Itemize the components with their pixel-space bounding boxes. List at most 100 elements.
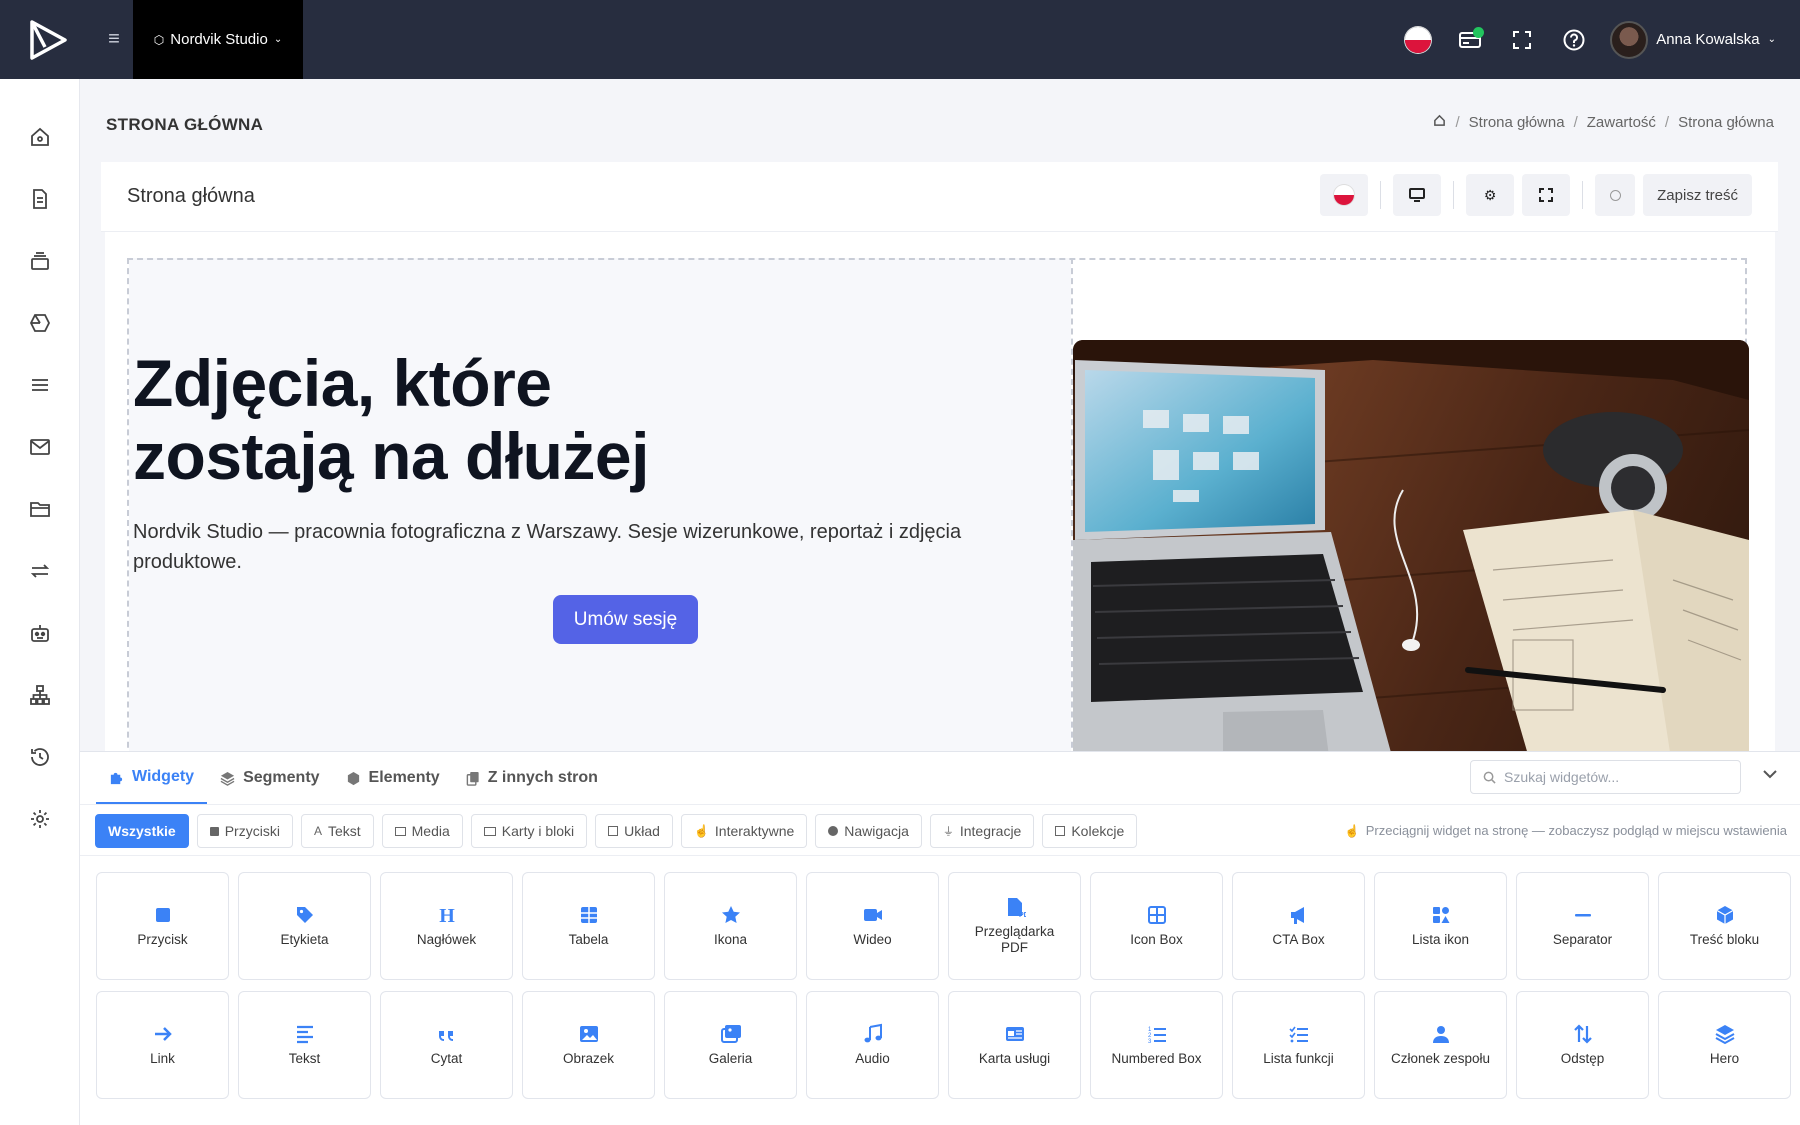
avatar xyxy=(1610,20,1649,59)
language-button[interactable] xyxy=(1320,174,1369,216)
filter-text[interactable]: A Tekst xyxy=(300,814,374,848)
svg-text:3: 3 xyxy=(1148,1039,1152,1045)
widget-label: Treść bloku xyxy=(1689,932,1760,947)
card-icon xyxy=(483,826,496,836)
language-flag-button[interactable] xyxy=(1392,0,1444,79)
logo-icon[interactable] xyxy=(0,0,96,79)
music-icon xyxy=(862,1023,884,1045)
sidebar-item-structure[interactable] xyxy=(0,664,79,726)
breadcrumb-link[interactable]: Zawartość xyxy=(1587,114,1656,131)
widget-card[interactable]: Lista funkcji xyxy=(1232,991,1365,1099)
sidebar-item-ai[interactable] xyxy=(0,602,79,664)
widget-card[interactable]: Ikona xyxy=(664,872,797,980)
filter-integrations[interactable]: ⏚ Integracje xyxy=(929,814,1035,848)
filter-all[interactable]: Wszystkie xyxy=(95,814,189,848)
widget-card[interactable]: Obrazek xyxy=(522,991,655,1099)
star-icon xyxy=(720,904,742,926)
tab-elements[interactable]: Elementy xyxy=(333,752,453,804)
widget-card[interactable]: Tekst xyxy=(238,991,371,1099)
tab-segments[interactable]: Segmenty xyxy=(207,752,332,804)
tab-widgets[interactable]: Widgety xyxy=(96,752,208,804)
widget-label: Obrazek xyxy=(562,1051,615,1066)
sidebar-item-settings[interactable] xyxy=(0,788,79,850)
sidebar-item-mail[interactable] xyxy=(0,416,79,478)
filter-cards[interactable]: Karty i bloki xyxy=(470,814,588,848)
breadcrumb-link[interactable]: Strona główna xyxy=(1469,114,1565,131)
fullscreen-button[interactable] xyxy=(1496,0,1548,79)
book-session-button[interactable]: Umów sesję xyxy=(553,595,698,644)
image-icon xyxy=(578,1023,600,1045)
home-icon[interactable] xyxy=(1433,114,1446,131)
filter-layout[interactable]: Układ xyxy=(595,814,673,848)
collapse-panel-button[interactable] xyxy=(1763,766,1777,784)
widget-card[interactable]: Członek zespołu xyxy=(1374,991,1507,1099)
filter-media[interactable]: Media xyxy=(381,814,463,848)
filter-interactive[interactable]: ☝ Interaktywne xyxy=(680,814,808,848)
user-name: Anna Kowalska xyxy=(1656,31,1760,48)
sidebar-item-history[interactable] xyxy=(0,726,79,788)
widget-card[interactable]: Lista ikon xyxy=(1374,872,1507,980)
fullscreen-button[interactable] xyxy=(1522,174,1571,216)
desktop-preview-button[interactable] xyxy=(1393,174,1442,216)
widget-label: Link xyxy=(150,1051,175,1066)
widget-card[interactable]: H Nagłówek xyxy=(380,872,513,980)
widget-label: Cytat xyxy=(430,1051,463,1066)
filter-buttons[interactable]: Przyciski xyxy=(196,814,293,848)
widget-label: Wideo xyxy=(853,932,892,947)
pointer-icon: ☝ xyxy=(693,824,709,838)
hero-lead[interactable]: Nordvik Studio — pracownia fotograficzna… xyxy=(133,517,1043,577)
widget-card[interactable]: Tabela xyxy=(522,872,655,980)
panel-tabs: Widgety Segmenty Elementy Z innych stron xyxy=(96,752,611,804)
robot-icon xyxy=(30,625,49,642)
widget-card[interactable]: Odstęp xyxy=(1516,991,1649,1099)
hero-image[interactable] xyxy=(1073,340,1749,772)
widget-card[interactable]: Hero xyxy=(1658,991,1791,1099)
user-menu[interactable]: Anna Kowalska ⌄ xyxy=(1610,20,1776,59)
widget-card[interactable]: Link xyxy=(96,991,229,1099)
widget-card[interactable]: Cytat xyxy=(380,991,513,1099)
widget-card[interactable]: Audio xyxy=(806,991,939,1099)
settings-button[interactable]: ⚙ xyxy=(1466,174,1515,216)
widget-card[interactable]: Separator xyxy=(1516,872,1649,980)
widget-label: Ikona xyxy=(713,932,748,947)
filter-navigation[interactable]: Nawigacja xyxy=(815,814,922,848)
widget-label: Lista ikon xyxy=(1411,932,1470,947)
sidebar-item-collections[interactable] xyxy=(0,230,79,292)
widget-card[interactable]: Icon Box xyxy=(1090,872,1223,980)
help-button[interactable] xyxy=(1548,0,1600,79)
status-button[interactable] xyxy=(1595,174,1636,216)
widget-card[interactable]: Karta usługi xyxy=(948,991,1081,1099)
widget-card[interactable]: Etykieta xyxy=(238,872,371,980)
widget-card[interactable]: Przycisk xyxy=(96,872,229,980)
sidebar-item-menu[interactable] xyxy=(0,354,79,416)
save-content-button[interactable]: Zapisz treść xyxy=(1643,174,1752,216)
tab-other-pages[interactable]: Z innych stron xyxy=(453,752,611,804)
sidebar-item-redirects[interactable] xyxy=(0,540,79,602)
heading-icon: H xyxy=(436,904,458,926)
widget-card[interactable]: Galeria xyxy=(664,991,797,1099)
collection-icon xyxy=(1055,826,1066,836)
widget-card[interactable]: PDF Przeglądarka PDF xyxy=(948,872,1081,980)
poland-flag-icon xyxy=(1405,26,1432,53)
widget-card[interactable]: Treść bloku xyxy=(1658,872,1791,980)
chevron-down-icon: ⌄ xyxy=(1767,34,1776,45)
widget-search-input[interactable]: Szukaj widgetów... xyxy=(1470,760,1741,794)
sidebar-item-pages[interactable] xyxy=(0,168,79,230)
sidebar-item-files[interactable] xyxy=(0,478,79,540)
menu-toggle-icon[interactable]: ≡ xyxy=(96,0,132,79)
widget-label: Icon Box xyxy=(1130,932,1183,947)
widget-label: Przeglądarka PDF xyxy=(974,924,1055,955)
billing-button[interactable] xyxy=(1444,0,1496,79)
widget-card[interactable]: 1 2 3 Numbered Box xyxy=(1090,991,1223,1099)
user-icon xyxy=(1430,1023,1452,1045)
widget-card[interactable]: Wideo xyxy=(806,872,939,980)
widget-label: Tabela xyxy=(568,932,609,947)
filter-collections[interactable]: Kolekcje xyxy=(1042,814,1138,848)
hero-heading[interactable]: Zdjęcia, które zostają na dłużej xyxy=(133,347,649,493)
sidebar-item-home[interactable] xyxy=(0,106,79,168)
site-switcher[interactable]: ⬡ Nordvik Studio ⌄ xyxy=(133,0,303,79)
sidebar-item-products[interactable] xyxy=(0,292,79,354)
hexagon-icon xyxy=(29,314,50,332)
widget-card[interactable]: CTA Box xyxy=(1232,872,1365,980)
sitemap-icon xyxy=(29,685,50,705)
